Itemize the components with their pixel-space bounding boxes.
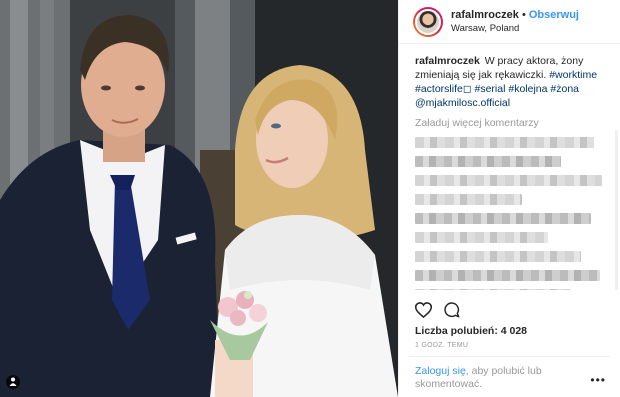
photo-image (0, 0, 398, 397)
location-link[interactable]: Warsaw, Poland (451, 22, 579, 36)
scrollbar[interactable] (615, 130, 618, 290)
load-more-comments[interactable]: Załaduj więcej komentarzy (415, 117, 610, 129)
hashtag-link[interactable]: #actorslife◻ (415, 83, 472, 95)
avatar[interactable] (413, 6, 443, 37)
post-photo[interactable] (0, 0, 398, 397)
follow-button[interactable]: Obserwuj (529, 9, 579, 21)
blurred-comment (415, 213, 591, 224)
post-header: rafalmroczek • Obserwuj Warsaw, Poland (399, 0, 620, 44)
blurred-comment (415, 270, 601, 281)
action-bar (414, 302, 460, 323)
hashtag-link[interactable]: #żona (550, 83, 579, 95)
hashtag-link[interactable]: #kolejna (508, 83, 547, 95)
comment-icon[interactable] (444, 302, 460, 323)
username-link[interactable]: rafalmroczek (451, 9, 519, 21)
blurred-comment (415, 194, 523, 205)
likes-count[interactable]: Liczba polubień: 4 028 (415, 325, 527, 337)
blurred-comment (415, 175, 603, 186)
heart-icon[interactable] (414, 302, 433, 323)
post-sidebar: rafalmroczek • Obserwuj Warsaw, Poland r… (398, 0, 620, 397)
comments-area: rafalmroczek W pracy aktora, żony zmieni… (415, 54, 610, 290)
blurred-comment (415, 289, 571, 290)
hashtag-link[interactable]: #worktime (549, 69, 597, 81)
blurred-comment (415, 232, 548, 243)
mention-link[interactable]: @mjakmilosc.official (415, 97, 510, 109)
blurred-comment (415, 251, 581, 262)
blurred-comment (415, 137, 595, 148)
more-options-icon[interactable]: ••• (590, 373, 606, 387)
caption-username[interactable]: rafalmroczek (415, 55, 480, 67)
divider (409, 356, 610, 357)
login-prompt: Zaloguj się, aby polubić lub skomentować… (415, 365, 565, 391)
timestamp[interactable]: 1 GODZ. TEMU (415, 342, 468, 349)
separator-dot: • (521, 8, 526, 21)
caption: rafalmroczek W pracy aktora, żony zmieni… (415, 54, 610, 110)
blurred-comment (415, 156, 562, 167)
hashtag-link[interactable]: #serial (475, 83, 506, 95)
login-link[interactable]: Zaloguj się (415, 365, 466, 377)
user-tag-icon[interactable] (6, 375, 20, 389)
